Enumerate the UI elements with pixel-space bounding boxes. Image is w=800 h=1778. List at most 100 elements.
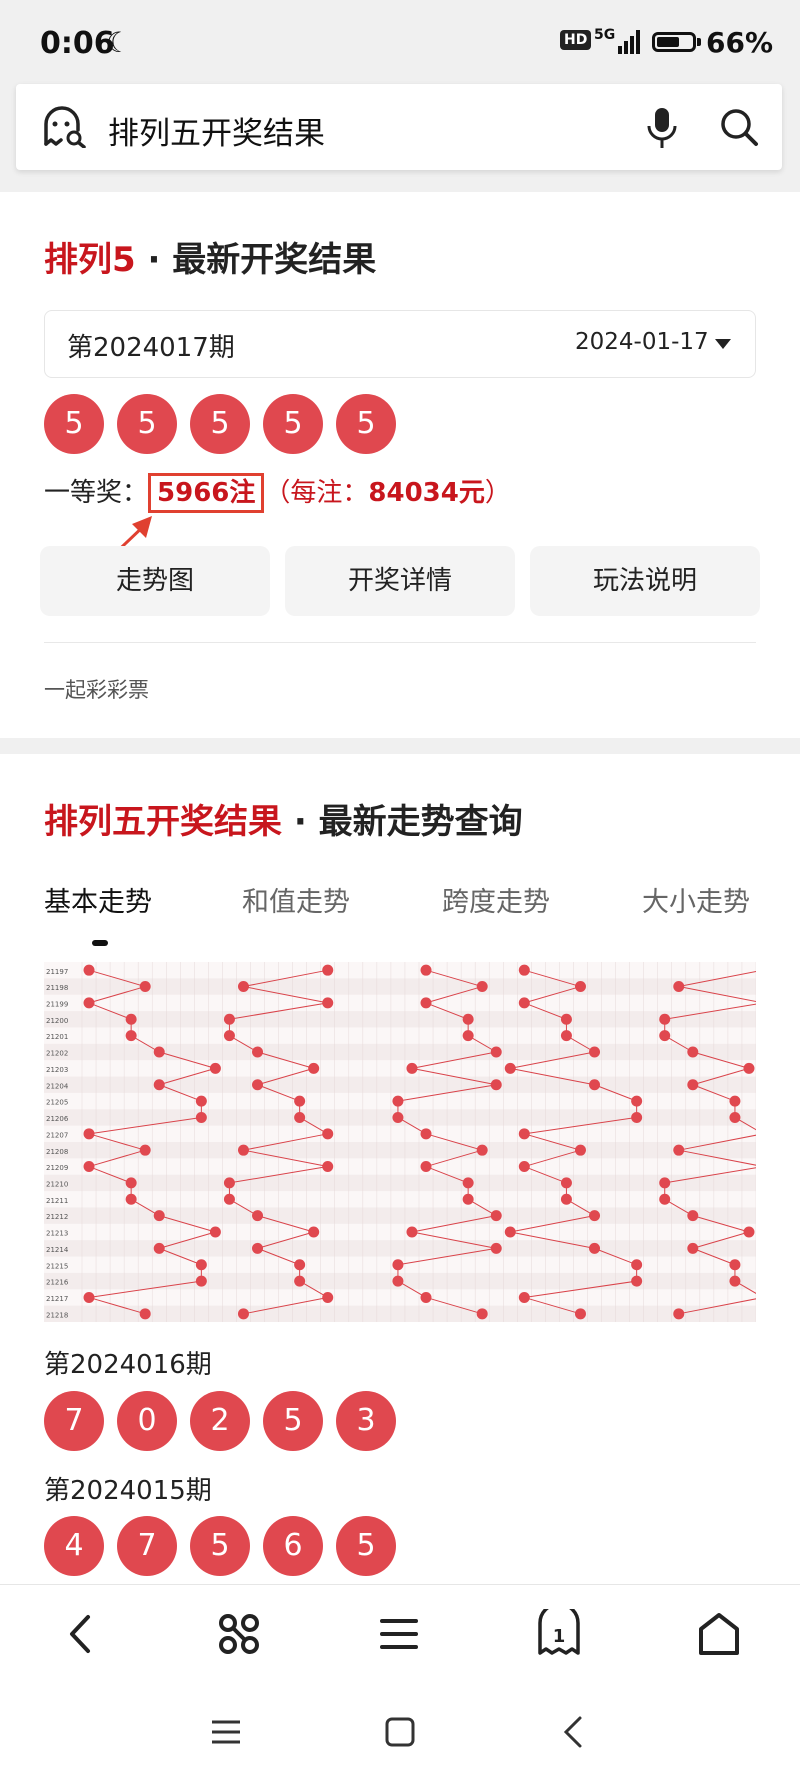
trend-point xyxy=(560,1013,572,1025)
history-ball: 4 xyxy=(44,1516,104,1576)
period-selector[interactable]: 第2024017期 2024-01-17 xyxy=(44,310,756,378)
tabs-icon[interactable]: 1 xyxy=(534,1609,584,1659)
trend-point xyxy=(392,1111,404,1123)
trend-point xyxy=(153,1210,165,1222)
trend-point xyxy=(729,1259,741,1271)
issue-label: 21213 xyxy=(46,1230,68,1238)
trend-point xyxy=(195,1111,207,1123)
status-bar: 0:06 ☾ HD 5G 66% xyxy=(0,0,800,70)
trend-point xyxy=(504,1062,516,1074)
trend-point xyxy=(659,1030,671,1042)
issue-label: 21198 xyxy=(46,984,68,992)
trend-point xyxy=(195,1275,207,1287)
trend-point xyxy=(729,1095,741,1107)
prize-amount: 84034元 xyxy=(368,478,485,508)
trend-point xyxy=(252,1046,264,1058)
tab-indicator xyxy=(92,940,108,946)
trend-point xyxy=(462,1030,474,1042)
history-period: 第2024015期 xyxy=(44,1476,212,1506)
trend-point xyxy=(518,997,530,1009)
trend-point xyxy=(392,1095,404,1107)
tab-basic-trend[interactable]: 基本走势 xyxy=(44,880,152,919)
trend-chart-button[interactable]: 走势图 xyxy=(40,546,270,616)
back-triangle-icon[interactable] xyxy=(554,1712,594,1752)
trend-point xyxy=(729,1275,741,1287)
source-label: 一起彩彩票 xyxy=(44,678,149,702)
svg-text:1: 1 xyxy=(553,1626,566,1647)
home-icon[interactable] xyxy=(694,1609,744,1659)
network-label: 5G xyxy=(594,27,616,43)
trend-point xyxy=(490,1242,502,1254)
trend-point xyxy=(631,1095,643,1107)
rules-button[interactable]: 玩法说明 xyxy=(530,546,760,616)
trend-point xyxy=(589,1046,601,1058)
battery-icon xyxy=(652,32,696,52)
trend-point xyxy=(518,964,530,976)
back-icon[interactable] xyxy=(56,1609,106,1659)
trend-point xyxy=(659,1177,671,1189)
trend-point xyxy=(574,981,586,993)
trend-point xyxy=(153,1046,165,1058)
trend-point xyxy=(308,1226,320,1238)
home-square-icon[interactable] xyxy=(380,1712,420,1752)
trend-point xyxy=(322,1161,334,1173)
trend-point xyxy=(659,1013,671,1025)
search-query[interactable]: 排列五开奖结果 xyxy=(108,108,325,153)
trend-point xyxy=(392,1259,404,1271)
result-ball: 5 xyxy=(263,394,323,454)
trend-point xyxy=(195,1259,207,1271)
tab-span-trend[interactable]: 跨度走势 xyxy=(442,880,550,919)
result-ball: 5 xyxy=(336,394,396,454)
trend-point xyxy=(125,1193,137,1205)
trend-point xyxy=(631,1259,643,1271)
tab-size-trend[interactable]: 大小走势 xyxy=(642,880,750,919)
trend-point xyxy=(476,1308,488,1320)
trend-point xyxy=(687,1242,699,1254)
trend-point xyxy=(294,1111,306,1123)
issue-label: 21209 xyxy=(46,1164,68,1172)
trend-point xyxy=(659,1193,671,1205)
trend-point xyxy=(490,1210,502,1222)
recents-icon[interactable] xyxy=(206,1712,246,1752)
trend-point xyxy=(687,1210,699,1222)
trend-point xyxy=(560,1030,572,1042)
search-bar[interactable]: 排列五开奖结果 xyxy=(16,84,782,170)
period-label: 第2024017期 xyxy=(67,333,235,363)
trend-point xyxy=(406,1062,418,1074)
trend-point xyxy=(252,1210,264,1222)
trend-point xyxy=(252,1242,264,1254)
issue-label: 21211 xyxy=(46,1197,68,1205)
history-ball: 6 xyxy=(263,1516,323,1576)
trend-point xyxy=(83,964,95,976)
trend-point xyxy=(322,1128,334,1140)
issue-label: 21203 xyxy=(46,1066,68,1074)
trend-point xyxy=(729,1111,741,1123)
microphone-icon[interactable] xyxy=(642,106,682,150)
trend-point xyxy=(125,1030,137,1042)
trend-point xyxy=(574,1144,586,1156)
trend-point xyxy=(687,1046,699,1058)
trend-point xyxy=(574,1308,586,1320)
issue-label: 21205 xyxy=(46,1099,68,1107)
result-ball: 5 xyxy=(44,394,104,454)
browser-bottom-nav: 1 xyxy=(0,1584,800,1685)
battery-tip xyxy=(697,38,701,46)
status-time: 0:06 xyxy=(40,26,115,61)
tab-sum-trend[interactable]: 和值走势 xyxy=(242,880,350,919)
draw-details-button[interactable]: 开奖详情 xyxy=(285,546,515,616)
history-period: 第2024016期 xyxy=(44,1350,212,1380)
trend-point xyxy=(490,1079,502,1091)
trend-point xyxy=(462,1013,474,1025)
search-icon[interactable] xyxy=(718,106,760,148)
menu-icon[interactable] xyxy=(374,1609,424,1659)
trend-point xyxy=(223,1030,235,1042)
trend-point xyxy=(420,1161,432,1173)
command-icon[interactable] xyxy=(214,1609,264,1659)
trend-chart-image[interactable]: 21197 21198 21199 21200 21201 21202 21203 21204… xyxy=(44,962,756,1322)
issue-label: 21217 xyxy=(46,1295,68,1303)
trend-point xyxy=(237,1308,249,1320)
trend-point xyxy=(83,1128,95,1140)
signal-icon xyxy=(618,30,640,54)
chevron-down-icon xyxy=(715,339,731,349)
history-ball: 5 xyxy=(336,1516,396,1576)
